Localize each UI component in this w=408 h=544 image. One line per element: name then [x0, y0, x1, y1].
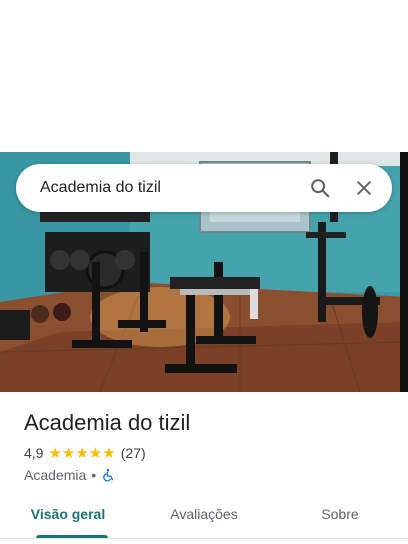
tab-reviews[interactable]: Avaliações — [136, 494, 272, 538]
tab-about[interactable]: Sobre — [272, 494, 408, 538]
wheelchair-icon — [103, 468, 114, 482]
tab-overview[interactable]: Visão geral — [0, 494, 136, 538]
search-button[interactable] — [300, 168, 340, 208]
separator-dot: • — [91, 467, 97, 483]
review-count: (27) — [120, 445, 146, 461]
rating-value: 4,9 — [24, 445, 44, 461]
tab-about-label: Sobre — [321, 506, 359, 522]
search-icon — [311, 179, 330, 198]
place-title: Academia do tizil — [24, 410, 191, 435]
place-category: Academia — [24, 467, 87, 483]
tab-reviews-label: Avaliações — [170, 506, 238, 522]
rating-row[interactable]: 4,9 ★★★★★ (27) — [24, 444, 392, 462]
place-info: Academia do tizil 4,9 ★★★★★ (27) Academi… — [24, 408, 392, 483]
star-rating-icon: ★★★★★ — [48, 445, 116, 462]
search-bar[interactable]: Academia do tizil — [16, 164, 392, 212]
active-tab-indicator — [36, 535, 108, 538]
tab-overview-label: Visão geral — [30, 506, 106, 522]
category-row: Academia • — [24, 467, 392, 483]
close-button[interactable] — [344, 168, 384, 208]
close-icon — [357, 181, 371, 195]
place-tabs: Visão geral Avaliações Sobre — [0, 494, 408, 539]
search-query-text[interactable]: Academia do tizil — [40, 179, 300, 197]
